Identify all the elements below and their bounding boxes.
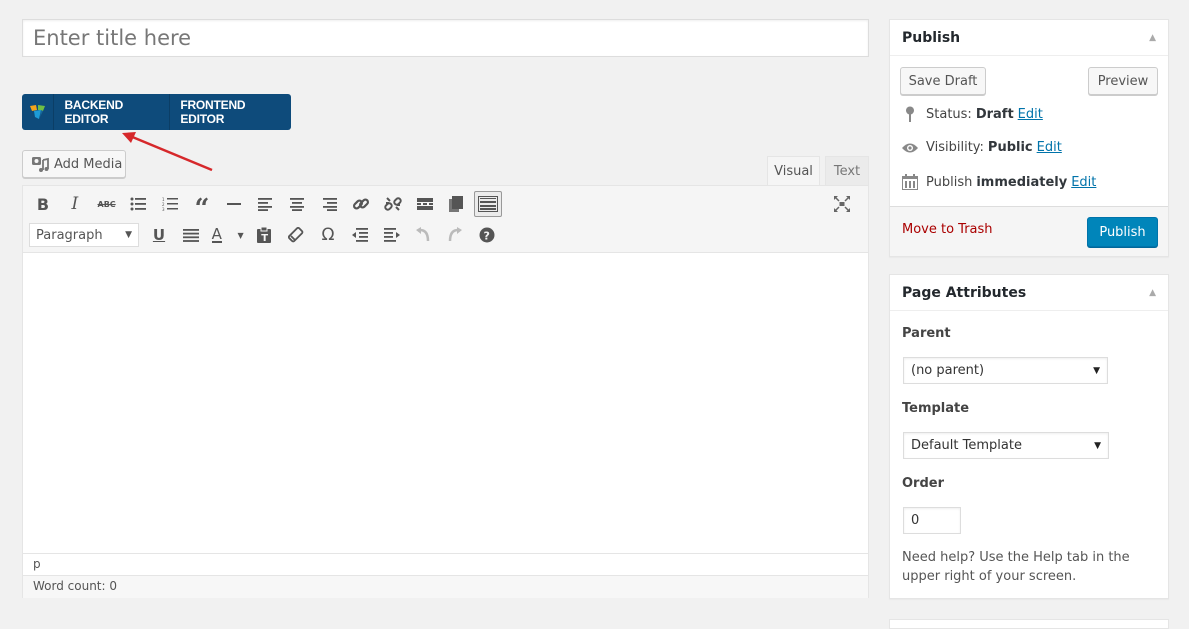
help-text: Need help? Use the Help tab in the upper… [902,550,1130,584]
backend-editor-button[interactable]: BACKEND EDITOR [54,94,171,130]
chevron-down-icon: ▼ [1093,365,1100,376]
template-label: Template [902,401,970,416]
decrease-indent-button[interactable] [346,222,374,248]
parent-label: Parent [902,326,951,341]
underline-button[interactable]: U [145,222,173,248]
align-left-button[interactable] [252,191,280,217]
word-count: Word count: 0 [23,575,868,598]
media-icon [32,157,49,172]
blockquote-button[interactable]: “ [188,191,216,222]
collapse-toggle-icon[interactable]: ▲ [1149,33,1156,43]
post-status-row: Status: Draft Edit [900,106,1043,122]
page-attributes-title: Page Attributes [902,284,1027,301]
italic-button[interactable]: I [61,191,89,217]
remove-link-button[interactable] [379,191,407,217]
help-button[interactable]: ? [473,222,501,248]
next-postbox [889,619,1169,629]
fullscreen-button[interactable] [828,191,856,217]
editor-content-area[interactable] [23,253,868,553]
special-character-button[interactable]: Ω [314,222,342,248]
order-label: Order [902,476,944,491]
status-label: Status: [926,106,972,122]
format-select-value: Paragraph [36,227,103,243]
horizontal-line-button[interactable] [220,191,248,217]
visibility-label: Visibility: [926,140,984,155]
strikethrough-button[interactable]: ABC [93,191,121,217]
major-publishing-actions: Move to Trash Publish [890,206,1168,256]
text-color-button[interactable]: A ▼ [209,222,247,248]
calendar-icon [900,174,920,190]
move-to-trash-link[interactable]: Move to Trash [902,222,993,237]
publish-button[interactable]: Publish [1087,217,1158,247]
schedule-label: Publish [926,174,973,190]
increase-indent-button[interactable] [378,222,406,248]
numbered-list-button[interactable]: 123 [156,191,184,217]
svg-text:3: 3 [162,207,165,211]
bold-button[interactable]: B [29,191,57,217]
add-media-label: Add Media [54,156,123,172]
add-media-button[interactable]: Add Media [22,150,126,178]
paste-as-text-button[interactable]: T [250,222,278,248]
save-draft-button[interactable]: Save Draft [900,67,986,95]
edit-visibility-link[interactable]: Edit [1037,140,1062,155]
pin-icon [900,106,920,122]
bulleted-list-button[interactable] [124,191,152,217]
svg-text:?: ? [483,230,489,243]
page-builder-logo-icon[interactable] [22,94,55,130]
svg-text:T: T [262,233,269,243]
visibility-value: Public [987,140,1033,155]
align-center-button[interactable] [283,191,311,217]
tab-text[interactable]: Text [825,156,869,185]
toolbar-toggle-button[interactable] [474,191,503,217]
publish-box-title: Publish [902,29,961,46]
template-select-value: Default Template [911,438,1022,453]
order-input[interactable] [903,507,961,534]
tab-visual[interactable]: Visual [767,156,820,185]
collapse-toggle-icon[interactable]: ▲ [1149,288,1156,298]
preview-button[interactable]: Preview [1088,67,1158,95]
title-input[interactable] [22,19,869,57]
chevron-down-icon: ▼ [237,230,244,240]
schedule-value: immediately [976,174,1068,190]
visibility-row: Visibility: Public Edit [900,140,1062,155]
redo-button[interactable] [441,222,469,248]
insert-link-button[interactable] [347,191,375,217]
publish-box: Publish ▲ Save Draft Preview Status: Dra… [889,19,1169,257]
content-editor: B I ABC 123 “ Paragraph ▼ U A ▼ T Ω ? p … [22,185,869,598]
parent-select-value: (no parent) [911,363,985,378]
edit-schedule-link[interactable]: Edit [1071,175,1096,190]
editor-toolbar: B I ABC 123 “ Paragraph ▼ U A ▼ T Ω ? [23,186,868,253]
page-builder-bar: BACKEND EDITOR FRONTEND EDITOR [22,94,291,130]
template-select[interactable]: Default Template ▼ [903,432,1109,459]
justify-button[interactable] [177,222,205,248]
eye-icon [900,142,920,154]
frontend-editor-button[interactable]: FRONTEND EDITOR [170,94,291,130]
edit-status-link[interactable]: Edit [1018,107,1043,122]
page-attributes-box: Page Attributes ▲ Parent (no parent) ▼ T… [889,274,1169,599]
schedule-row: Publish immediately Edit [900,174,1096,190]
format-select[interactable]: Paragraph ▼ [29,223,139,247]
read-more-button[interactable] [411,191,439,217]
copy-button[interactable] [442,191,470,217]
annotation-arrow-icon [122,132,213,172]
chevron-down-icon: ▼ [125,230,132,240]
align-right-button[interactable] [315,191,343,217]
status-value: Draft [975,106,1014,122]
parent-select[interactable]: (no parent) ▼ [903,357,1108,384]
clear-formatting-button[interactable] [282,222,310,248]
undo-button[interactable] [409,222,437,248]
element-path[interactable]: p [23,553,868,575]
chevron-down-icon: ▼ [1094,440,1101,451]
